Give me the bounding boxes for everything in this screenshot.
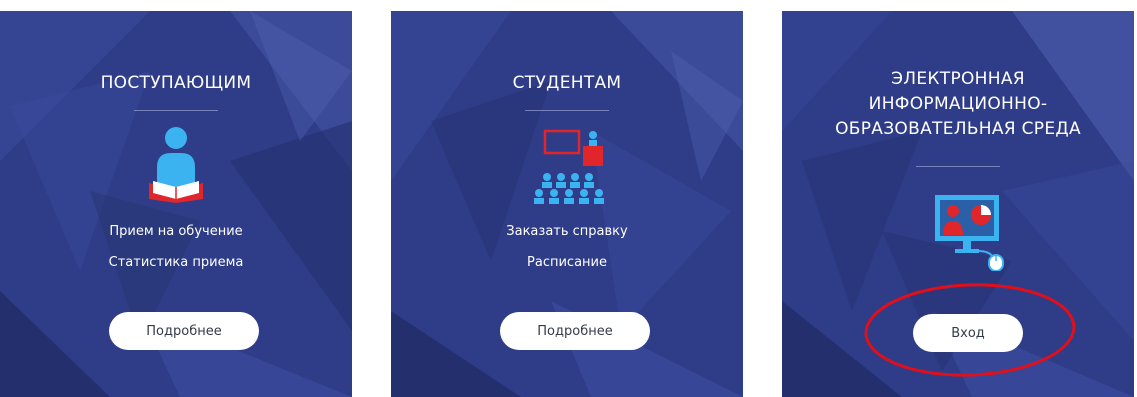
card-title-line: ОБРАЗОВАТЕЛЬНАЯ СРЕДА (835, 119, 1081, 139)
highlight-oval (864, 283, 1076, 377)
title-divider (134, 110, 218, 111)
link-admission-statistics[interactable]: Статистика приема (0, 254, 352, 271)
title-divider (525, 110, 609, 111)
lecture-audience-icon (534, 129, 604, 204)
card-applicants: ПОСТУПАЮЩИМ Прием на обучение Статистика… (0, 11, 352, 397)
card-title: СТУДЕНТАМ (512, 73, 622, 93)
computer-presentation-icon (935, 195, 1004, 271)
card-title: ПОСТУПАЮЩИМ (100, 73, 252, 93)
link-admission[interactable]: Прием на обучение (0, 223, 352, 240)
reading-person-icon (149, 127, 203, 203)
title-divider (916, 166, 1000, 167)
more-button[interactable]: Подробнее (500, 312, 650, 350)
card-title-line: ИНФОРМАЦИОННО- (868, 94, 1048, 114)
more-button[interactable]: Подробнее (109, 312, 259, 350)
card-students: СТУДЕНТАМ Заказать справку Расписание По… (391, 11, 743, 397)
link-order-certificate[interactable]: Заказать справку (391, 223, 743, 240)
link-schedule[interactable]: Расписание (391, 254, 743, 271)
card-title-line: ЭЛЕКТРОННАЯ (891, 69, 1025, 89)
